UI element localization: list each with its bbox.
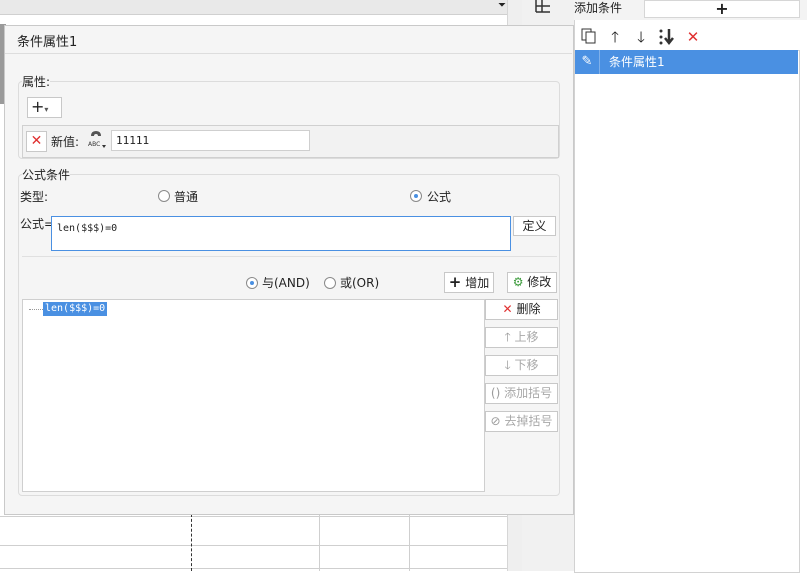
type-label: 类型: xyxy=(20,190,49,204)
logic-or-radio[interactable] xyxy=(324,277,336,289)
move-up-button[interactable]: 🡑 上移 xyxy=(485,327,558,348)
condition-label: 条件属性1 xyxy=(609,55,665,69)
attributes-label: 属性: xyxy=(22,73,51,90)
define-button[interactable]: 定义 xyxy=(513,216,556,236)
conditions-list xyxy=(574,50,800,573)
formula-input[interactable]: len($$$)=0 xyxy=(51,216,511,251)
tree-item[interactable]: len($$$)=0 xyxy=(43,302,108,316)
dropdown-icon[interactable]: ⏷ xyxy=(498,0,506,11)
type-formula-label: 公式 xyxy=(427,190,452,204)
page-break-line xyxy=(191,514,192,571)
add-parentheses-button[interactable]: () 添加括号 xyxy=(485,383,558,404)
condition-tree: len($$$)=0 xyxy=(22,299,485,492)
plus-icon: + xyxy=(448,273,462,291)
grid-line xyxy=(0,568,507,569)
logic-or-label: 或(OR) xyxy=(340,276,380,290)
delete-icon: ✕ xyxy=(502,302,513,316)
divider xyxy=(5,53,572,54)
condition-list-item[interactable]: ✎ 条件属性1 xyxy=(575,50,798,74)
edit-gear-icon: ⚙ xyxy=(512,275,524,289)
tree-connector xyxy=(29,309,43,310)
dialog-title: 条件属性1 xyxy=(17,35,78,50)
edit-condition-button[interactable]: ⚙ 修改 xyxy=(507,272,557,293)
parentheses-icon: () xyxy=(490,386,501,400)
divider xyxy=(22,256,557,257)
move-down-button[interactable]: 🡓 下移 xyxy=(485,355,558,376)
conditions-panel-title: 添加条件 xyxy=(574,1,623,15)
remove-parentheses-button[interactable]: ⊘ 去掉括号 xyxy=(485,411,558,432)
delete-icon[interactable]: ✕ xyxy=(684,28,702,46)
formula-condition-label: 公式条件 xyxy=(22,166,71,183)
type-normal-label: 普通 xyxy=(174,190,199,204)
grid-line xyxy=(0,545,507,546)
arrow-up-icon[interactable]: 🡑 xyxy=(606,28,624,46)
table-icon[interactable] xyxy=(534,0,552,14)
svg-text:ABC: ABC xyxy=(88,141,100,148)
add-attribute-button[interactable]: +▾ xyxy=(27,97,62,118)
arrow-up-icon: 🡑 xyxy=(504,330,511,344)
type-normal-radio[interactable] xyxy=(158,190,170,202)
new-value-field[interactable]: 11111 xyxy=(111,130,310,151)
text-type-icon[interactable]: ABC xyxy=(87,129,107,149)
new-value-label: 新值: xyxy=(51,135,80,149)
remove-parentheses-icon: ⊘ xyxy=(490,414,501,428)
arrow-down-icon: 🡓 xyxy=(504,358,511,372)
grid-line xyxy=(0,516,507,517)
formula-label: 公式= xyxy=(20,217,55,231)
remove-attribute-icon[interactable]: ✕ xyxy=(26,131,47,152)
pencil-icon: ✎ xyxy=(575,50,600,74)
grid-line xyxy=(409,514,410,571)
grid-line xyxy=(319,514,320,571)
logic-and-label: 与(AND) xyxy=(262,276,310,290)
type-formula-radio[interactable] xyxy=(410,190,422,202)
arrow-down-icon[interactable]: 🡓 xyxy=(632,28,650,46)
spreadsheet-header xyxy=(0,0,522,15)
move-to-bottom-icon[interactable] xyxy=(658,28,676,46)
add-condition-formula-button[interactable]: + 增加 xyxy=(444,272,494,293)
logic-and-radio[interactable] xyxy=(246,277,258,289)
copy-icon[interactable] xyxy=(580,28,598,46)
add-condition-button[interactable]: + xyxy=(644,0,800,18)
delete-condition-button[interactable]: ✕ 删除 xyxy=(485,299,558,320)
